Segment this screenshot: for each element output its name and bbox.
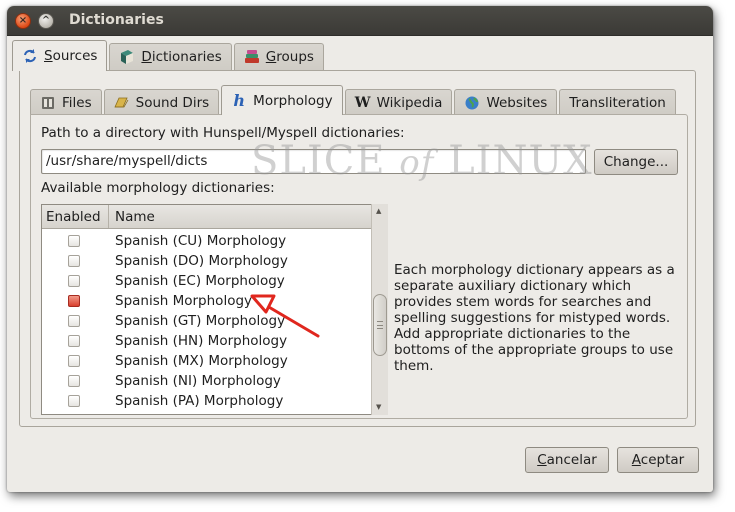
tab-morphology[interactable]: h Morphology: [221, 85, 343, 115]
tab-sources[interactable]: Sources: [12, 40, 108, 71]
title-bar[interactable]: × ^ Dictionaries: [7, 6, 713, 36]
available-dictionaries-label: Available morphology dictionaries:: [41, 180, 275, 196]
column-header-enabled[interactable]: Enabled: [42, 205, 109, 228]
enabled-checkbox[interactable]: [68, 275, 80, 287]
refresh-icon: [22, 48, 38, 64]
tab-sources-label: Sources: [44, 48, 97, 64]
tab-websites-label: Websites: [486, 94, 548, 111]
file-icon: [40, 95, 56, 111]
tab-transliteration-label: Transliteration: [569, 94, 666, 111]
list-item[interactable]: Spanish (PE) Morphology: [42, 411, 372, 414]
list-header: Enabled Name: [42, 205, 372, 229]
accept-rest: ceptar: [640, 452, 685, 468]
morphology-description: Each morphology dictionary appears as a …: [394, 262, 675, 374]
scroll-up-arrow-icon[interactable]: ▲: [376, 207, 381, 215]
minimize-window-button[interactable]: ^: [38, 13, 54, 29]
tab-wikipedia[interactable]: W Wikipedia: [344, 89, 453, 115]
grip-icon: [377, 321, 383, 329]
outer-tab-bar: Sources Dictionaries Groups: [12, 40, 326, 71]
dictionary-name: Spanish (CU) Morphology: [115, 233, 287, 249]
enabled-checkbox[interactable]: [68, 295, 80, 307]
tab-files-label: Files: [62, 94, 92, 111]
tab-dictionaries[interactable]: Dictionaries: [109, 43, 232, 70]
watermark-middle: of: [399, 143, 435, 183]
tab-sources-accel: S: [44, 48, 53, 64]
list-item[interactable]: Spanish (HN) Morphology: [42, 331, 372, 351]
dictionary-name: Spanish (NI) Morphology: [115, 373, 281, 389]
enabled-checkbox[interactable]: [68, 255, 80, 267]
books-icon: [244, 49, 260, 65]
column-header-name[interactable]: Name: [109, 205, 155, 228]
folder-icon: [114, 95, 130, 111]
tab-sound-dirs[interactable]: Sound Dirs: [103, 89, 220, 115]
tab-dictionaries-label: Dictionaries: [141, 49, 221, 65]
list-item[interactable]: Spanish (MX) Morphology: [42, 351, 372, 371]
cancel-button[interactable]: Cancelar: [525, 447, 609, 473]
tab-dictionaries-rest: ictionaries: [151, 49, 222, 65]
chevron-up-icon: ^: [41, 15, 51, 26]
list-item[interactable]: Spanish (EC) Morphology: [42, 271, 372, 291]
tab-sound-dirs-label: Sound Dirs: [135, 94, 210, 111]
window-title: Dictionaries: [69, 12, 164, 28]
enabled-checkbox[interactable]: [68, 355, 80, 367]
accept-accel: A: [631, 452, 641, 468]
watermark-left: SLICE: [251, 138, 386, 184]
dictionary-name: Spanish (MX) Morphology: [115, 353, 288, 369]
wikipedia-w-icon: W: [354, 94, 371, 111]
cancel-label: Cancelar: [537, 452, 597, 468]
close-window-button[interactable]: ×: [15, 13, 31, 29]
tab-dictionaries-accel: D: [141, 49, 152, 65]
dictionary-name: Spanish Morphology: [115, 293, 253, 309]
enabled-checkbox[interactable]: [68, 235, 80, 247]
morphology-dictionary-list[interactable]: Enabled Name Spanish (CU) Morphology Span…: [41, 204, 388, 415]
dictionary-name: Spanish (PE) Morphology: [115, 413, 284, 414]
list-item[interactable]: Spanish (CU) Morphology: [42, 231, 372, 251]
enabled-checkbox[interactable]: [68, 335, 80, 347]
tab-sources-rest: ources: [52, 48, 98, 64]
inner-tab-bar: Files Sound Dirs h Morphology W Wikipedi…: [30, 85, 678, 115]
accept-label: Aceptar: [632, 452, 684, 468]
list-item[interactable]: Spanish (DO) Morphology: [42, 251, 372, 271]
cancel-rest: ancelar: [546, 452, 597, 468]
tab-groups[interactable]: Groups: [233, 43, 324, 70]
watermark-right: LINUX: [448, 138, 593, 184]
list-scrollbar[interactable]: ▲ ▼: [371, 204, 388, 415]
globe-icon: [464, 95, 480, 111]
tab-websites[interactable]: Websites: [454, 89, 558, 115]
enabled-checkbox[interactable]: [68, 315, 80, 327]
tab-wikipedia-label: Wikipedia: [376, 94, 443, 111]
list-item[interactable]: Spanish (NI) Morphology: [42, 371, 372, 391]
enabled-checkbox[interactable]: [68, 375, 80, 387]
dictionary-name: Spanish (DO) Morphology: [115, 253, 288, 269]
close-icon: ×: [18, 15, 28, 26]
dictionary-name: Spanish (EC) Morphology: [115, 273, 285, 289]
change-button[interactable]: Change...: [594, 149, 678, 175]
tab-files[interactable]: Files: [30, 89, 102, 115]
scroll-down-arrow-icon[interactable]: ▼: [376, 403, 381, 411]
tab-groups-accel: G: [265, 49, 277, 65]
book-icon: [119, 49, 135, 65]
tab-morphology-label: Morphology: [253, 92, 333, 109]
dictionary-name: Spanish (PA) Morphology: [115, 393, 284, 409]
cancel-accel: C: [537, 452, 547, 468]
tab-groups-label: Groups: [266, 49, 314, 65]
enabled-checkbox[interactable]: [68, 395, 80, 407]
annotation-arrow-icon: [250, 294, 320, 338]
list-item[interactable]: Spanish (PA) Morphology: [42, 391, 372, 411]
h-icon: h: [233, 90, 245, 110]
list-item[interactable]: Spanish (GT) Morphology: [42, 311, 372, 331]
scrollbar-thumb[interactable]: [373, 294, 387, 356]
tab-groups-rest: roups: [276, 49, 314, 65]
list-item[interactable]: Spanish Morphology: [42, 291, 372, 311]
tab-transliteration[interactable]: Transliteration: [559, 89, 676, 115]
watermark: SLICE of LINUX: [251, 138, 593, 184]
accept-button[interactable]: Aceptar: [617, 447, 699, 473]
